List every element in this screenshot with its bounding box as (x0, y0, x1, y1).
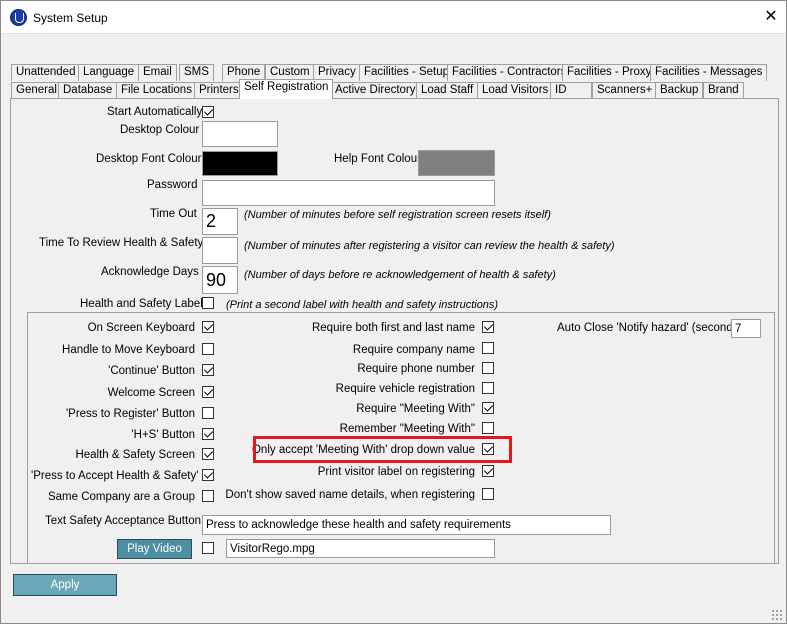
desktop-colour-label: Desktop Colour (120, 124, 200, 136)
start-automatically-label: Start Automatically (107, 106, 203, 118)
same-company-group-label: Same Company are a Group (47, 491, 195, 503)
health-safety-label-note: (Print a second label with health and sa… (226, 299, 499, 311)
continue-button-label: 'Continue' Button (108, 365, 195, 377)
auto-close-input[interactable] (731, 319, 761, 338)
tab-id[interactable]: ID (550, 82, 592, 99)
desktop-font-colour-label: Desktop Font Colour (96, 153, 202, 165)
tab-language[interactable]: Language (78, 64, 140, 81)
auto-close-label: Auto Close 'Notify hazard' (seconds) (557, 322, 743, 334)
password-label: Password (147, 179, 198, 191)
require-vehicle-label: Require vehicle registration (335, 383, 475, 395)
remember-meeting-with-checkbox[interactable] (482, 422, 494, 434)
window-title: System Setup (33, 11, 108, 25)
desktop-font-colour-swatch[interactable] (202, 151, 278, 176)
time-out-input[interactable] (202, 208, 238, 235)
help-font-colour-label: Help Font Colour (334, 153, 421, 165)
tab-email[interactable]: Email (138, 64, 177, 81)
require-phone-checkbox[interactable] (482, 362, 494, 374)
press-to-register-label: 'Press to Register' Button (65, 408, 195, 420)
desktop-colour-swatch[interactable] (202, 121, 278, 147)
system-setup-window: System Setup ✕ Unattended Language Email… (0, 0, 787, 624)
health-safety-screen-checkbox[interactable] (202, 448, 214, 460)
acknowledge-days-input[interactable] (202, 266, 238, 294)
help-font-colour-swatch[interactable] (418, 150, 495, 176)
press-accept-hs-checkbox[interactable] (202, 469, 214, 481)
require-company-label: Require company name (352, 344, 475, 356)
time-review-label: Time To Review Health & Safety (39, 237, 204, 249)
title-bar: System Setup ✕ (1, 1, 786, 34)
handle-move-keyboard-checkbox[interactable] (202, 343, 214, 355)
resize-grip-icon[interactable] (771, 609, 783, 621)
dont-show-saved-label: Don't show saved name details, when regi… (225, 489, 475, 501)
health-safety-screen-label: Health & Safety Screen (75, 449, 195, 461)
require-meeting-with-label: Require "Meeting With" (356, 403, 475, 415)
on-screen-keyboard-checkbox[interactable] (202, 321, 214, 333)
tab-facilities-setup[interactable]: Facilities - Setup (359, 64, 455, 81)
highlight-box (253, 436, 512, 463)
tab-load-staff[interactable]: Load Staff (416, 82, 479, 99)
time-review-input[interactable] (202, 237, 238, 264)
app-shield-icon (10, 9, 27, 26)
require-meeting-with-checkbox[interactable] (482, 402, 494, 414)
password-input[interactable] (202, 180, 495, 206)
welcome-screen-checkbox[interactable] (202, 386, 214, 398)
apply-button[interactable]: Apply (13, 574, 117, 596)
play-video-button[interactable]: Play Video (117, 539, 192, 559)
require-full-name-label: Require both first and last name (311, 322, 475, 334)
dont-show-saved-checkbox[interactable] (482, 488, 494, 500)
play-video-checkbox[interactable] (202, 542, 214, 554)
tab-sms[interactable]: SMS (179, 64, 214, 81)
tab-facilities-proxy[interactable]: Facilities - Proxy (562, 64, 657, 81)
on-screen-keyboard-label: On Screen Keyboard (87, 322, 195, 334)
tab-backup[interactable]: Backup (655, 82, 704, 99)
hs-button-label: 'H+S' Button (131, 429, 195, 441)
close-icon[interactable]: ✕ (757, 7, 785, 29)
press-accept-hs-label: 'Press to Accept Health & Safety' (31, 470, 199, 482)
tab-database[interactable]: Database (58, 82, 118, 99)
video-file-input[interactable] (226, 539, 495, 558)
require-company-checkbox[interactable] (482, 342, 494, 354)
remember-meeting-with-label: Remember "Meeting With" (339, 423, 475, 435)
welcome-screen-label: Welcome Screen (107, 387, 195, 399)
tab-facilities-contractors[interactable]: Facilities - Contractors (447, 64, 572, 81)
text-safety-label: Text Safety Acceptance Button (45, 515, 201, 527)
acknowledge-days-note: (Number of days before re acknowledgemen… (244, 269, 556, 281)
tab-facilities-messages[interactable]: Facilities - Messages (650, 64, 768, 81)
same-company-group-checkbox[interactable] (202, 490, 214, 502)
require-full-name-checkbox[interactable] (482, 321, 494, 333)
tab-unattended[interactable]: Unattended (11, 64, 81, 81)
tab-general[interactable]: General (11, 82, 62, 99)
print-visitor-label-checkbox[interactable] (482, 465, 494, 477)
tab-printers[interactable]: Printers (194, 82, 244, 99)
tab-self-registration[interactable]: Self Registration (239, 79, 334, 99)
require-phone-label: Require phone number (357, 363, 475, 375)
tab-brand[interactable]: Brand (703, 82, 744, 99)
hs-button-checkbox[interactable] (202, 428, 214, 440)
start-automatically-checkbox[interactable] (202, 106, 214, 118)
health-safety-label-label: Health and Safety Label (80, 298, 203, 310)
acknowledge-days-label: Acknowledge Days (101, 266, 199, 278)
require-vehicle-checkbox[interactable] (482, 382, 494, 394)
text-safety-input[interactable] (202, 515, 611, 535)
time-review-note: (Number of minutes after registering a v… (244, 240, 615, 252)
time-out-label: Time Out (150, 208, 197, 220)
tab-file-locations[interactable]: File Locations (116, 82, 197, 99)
handle-move-keyboard-label: Handle to Move Keyboard (62, 344, 195, 356)
print-visitor-label-label: Print visitor label on registering (317, 466, 475, 478)
health-safety-label-checkbox[interactable] (202, 297, 214, 309)
tab-scanners[interactable]: Scanners+ (592, 82, 658, 99)
continue-button-checkbox[interactable] (202, 364, 214, 376)
time-out-note: (Number of minutes before self registrat… (244, 209, 551, 221)
tab-load-visitors[interactable]: Load Visitors (477, 82, 554, 99)
press-to-register-checkbox[interactable] (202, 407, 214, 419)
tab-active-directory[interactable]: Active Directory (330, 82, 421, 99)
